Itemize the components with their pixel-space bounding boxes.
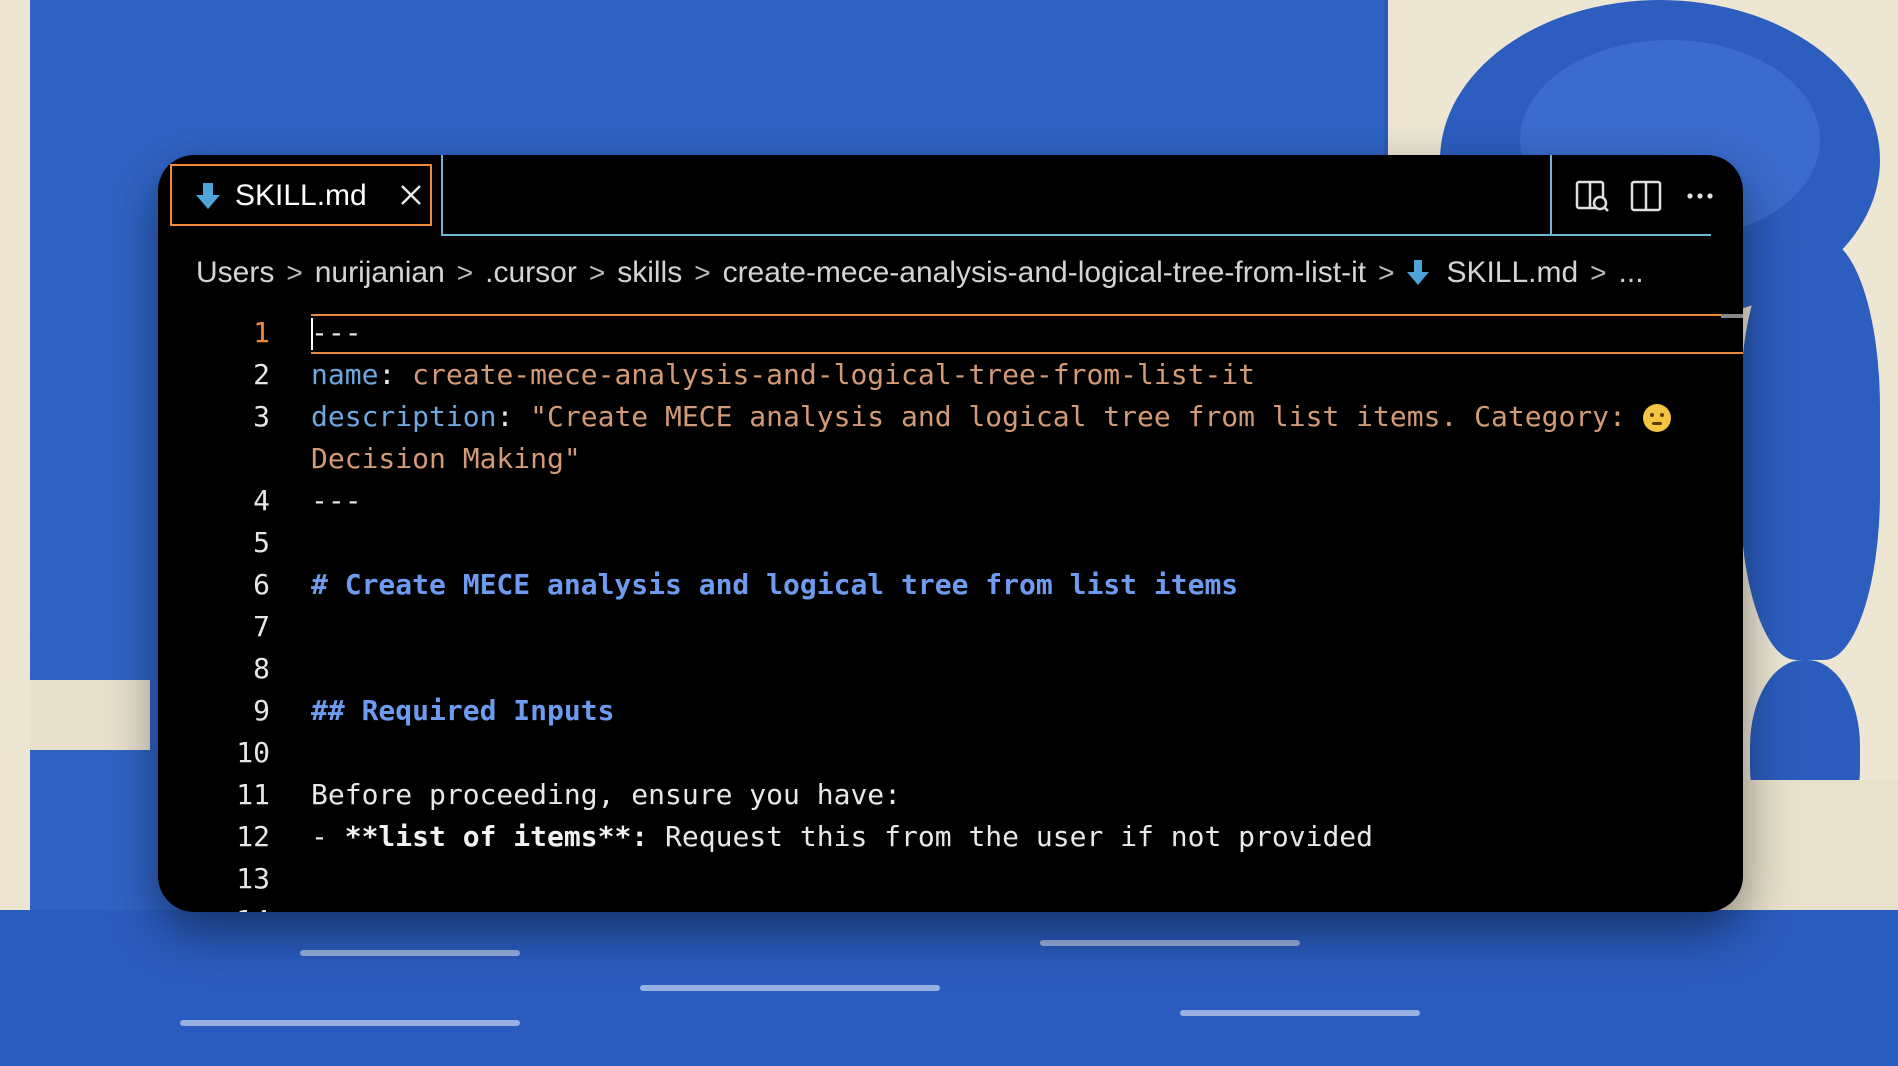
thinking-face-emoji-icon — [1642, 404, 1671, 432]
breadcrumb-item-folder[interactable]: create-mece-analysis-and-logical-tree-fr… — [723, 256, 1367, 290]
tab-separator — [441, 155, 443, 236]
line-number: 11 — [236, 778, 270, 811]
breadcrumb-separator: > — [286, 257, 303, 288]
breadcrumb-item-file[interactable]: SKILL.md — [1446, 256, 1578, 290]
line-number: 4 — [253, 484, 270, 517]
code-content[interactable]: --- name: create-mece-analysis-and-logic… — [311, 312, 1731, 853]
actions-separator — [1550, 155, 1552, 236]
yaml-colon: : — [378, 358, 413, 391]
background-planter — [30, 680, 150, 750]
background-ripple — [180, 1020, 520, 1026]
tab-title: SKILL.md — [235, 179, 367, 212]
close-icon[interactable] — [398, 182, 424, 208]
breadcrumb-item-nurijanian[interactable]: nurijanian — [315, 256, 445, 290]
breadcrumb-separator: > — [694, 257, 711, 288]
bold-text: **list of items**: — [344, 820, 649, 853]
breadcrumb-separator: > — [1378, 257, 1395, 288]
frontmatter-delimiter: --- — [311, 484, 362, 517]
line-number: 7 — [253, 610, 270, 643]
plain-text: Request this from the user if not provid… — [648, 820, 1374, 853]
yaml-value: "Create MECE analysis and logical tree f… — [530, 400, 1643, 433]
markdown-heading-1: # Create MECE analysis and logical tree … — [311, 568, 1239, 601]
frontmatter-delimiter: --- — [311, 316, 362, 349]
breadcrumb-item-skills[interactable]: skills — [617, 256, 682, 290]
line-number: 5 — [253, 526, 270, 559]
yaml-key: name — [311, 358, 379, 391]
code-line-6[interactable]: # Create MECE analysis and logical tree … — [311, 564, 1238, 606]
editor-actions — [1553, 155, 1743, 236]
markdown-down-arrow-icon — [196, 183, 220, 209]
breadcrumb-item-more[interactable]: ... — [1619, 256, 1644, 290]
code-editor[interactable]: 1 2 3 4 5 6 7 8 9 10 11 12 13 14 --- nam… — [158, 312, 1743, 912]
tab-skill-md[interactable]: SKILL.md — [170, 164, 432, 226]
more-actions-icon[interactable] — [1681, 177, 1719, 215]
yaml-key: description — [311, 400, 497, 433]
breadcrumb: Users > nurijanian > .cursor > skills > … — [158, 236, 1743, 312]
background-cream-strip — [0, 0, 30, 1066]
background-ripple — [640, 985, 940, 991]
yaml-value: create-mece-analysis-and-logical-tree-fr… — [412, 358, 1256, 391]
line-number: 14 — [158, 900, 270, 912]
line-number: 12 — [236, 820, 270, 853]
line-number: 1 — [253, 316, 270, 349]
tab-bar: SKILL.md — [158, 155, 1743, 236]
breadcrumb-item-users[interactable]: Users — [196, 256, 274, 290]
code-line-11[interactable]: Before proceeding, ensure you have: — [311, 774, 901, 816]
background-ripple — [1040, 940, 1300, 946]
plain-text: Before proceeding, ensure you have: — [311, 778, 902, 811]
markdown-heading-2: ## Required Inputs — [311, 694, 615, 727]
code-line-9[interactable]: ## Required Inputs — [311, 690, 614, 732]
editor-window: SKILL.md Users > nurijanian > .cursor > … — [158, 155, 1743, 912]
line-number: 9 — [253, 694, 270, 727]
line-number: 3 — [253, 400, 270, 433]
background-ripple — [1180, 1010, 1420, 1016]
background-tree-foliage — [1740, 240, 1880, 660]
breadcrumb-separator: > — [456, 257, 474, 288]
line-number: 6 — [253, 568, 270, 601]
yaml-colon: : — [496, 400, 531, 433]
text-cursor — [311, 318, 313, 350]
background-ripple — [300, 950, 520, 956]
code-line-12[interactable]: - **list of items**: Request this from t… — [311, 816, 1373, 858]
code-line-3[interactable]: description: "Create MECE analysis and l… — [311, 396, 1671, 438]
code-line-4[interactable]: --- — [311, 480, 362, 522]
code-line-3-wrap[interactable]: Decision Making" — [311, 438, 581, 480]
split-editor-icon[interactable] — [1627, 177, 1665, 215]
list-bullet: - — [311, 820, 345, 853]
line-number: 2 — [253, 358, 270, 391]
markdown-down-arrow-icon — [1407, 260, 1430, 285]
open-preview-to-side-icon[interactable] — [1573, 177, 1611, 215]
line-number: 13 — [236, 862, 270, 895]
breadcrumb-separator: > — [1590, 257, 1607, 288]
background-pool — [0, 910, 1898, 1066]
yaml-value-wrap: Decision Making" — [311, 442, 581, 475]
breadcrumb-separator: > — [588, 257, 606, 288]
code-line-1[interactable]: --- — [311, 312, 362, 354]
line-number: 10 — [236, 736, 270, 769]
code-line-2[interactable]: name: create-mece-analysis-and-logical-t… — [311, 354, 1255, 396]
line-number: 8 — [253, 652, 270, 685]
breadcrumb-item-cursor[interactable]: .cursor — [485, 256, 577, 290]
